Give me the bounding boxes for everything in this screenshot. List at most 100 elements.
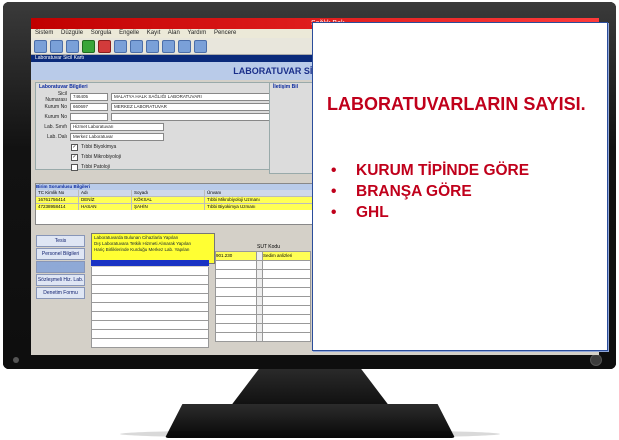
table-row[interactable] [215, 306, 311, 315]
grid-row[interactable] [91, 312, 209, 321]
grid-row[interactable] [91, 303, 209, 312]
table-row[interactable] [215, 261, 311, 270]
lab-info-header: Laboratuvar Bilgileri [39, 84, 88, 90]
column-header: TC Kimlik No [36, 190, 79, 196]
lower-grid [91, 267, 209, 348]
grid-row[interactable] [91, 330, 209, 339]
menu-item-yardim[interactable]: Yardım [187, 30, 206, 36]
table-row[interactable] [215, 279, 311, 288]
grid-row[interactable] [91, 267, 209, 276]
table-row[interactable]: 16761756414 DENİZ KÖKSAL Tıbbi Mikrobiyo… [36, 196, 326, 203]
table-row[interactable]: 47238958414 HASAN ŞAHİN Tıbbi Biyokimya … [36, 203, 326, 210]
field-label: Kurum No [44, 114, 67, 120]
overlay-item: • KURUM TİPİNDE GÖRE [331, 161, 591, 180]
overlay-item-text: BRANŞA GÖRE [356, 183, 472, 200]
bullet-icon: • [331, 162, 337, 179]
menu-item-kayit[interactable]: Kayıt [147, 30, 161, 36]
table-row[interactable] [215, 324, 311, 333]
power-led-icon [13, 357, 19, 363]
side-button-sozlesmeli[interactable]: Sözleşmeli Hiz. Lab. [36, 274, 85, 286]
overlay-list: • KURUM TİPİNDE GÖRE • BRANŞA GÖRE • GHL [331, 161, 591, 224]
field-label: Sicil Numarası [45, 91, 67, 103]
stand-shadow [120, 430, 500, 438]
menu-item-duzgule[interactable]: Düzgüle [61, 30, 83, 36]
selected-list-item[interactable] [91, 260, 209, 266]
table-cell: HASAN [79, 204, 132, 210]
field-label: Lab. Sınıfı [44, 124, 67, 130]
field-label: Lab. Dalı [46, 134, 67, 140]
help-icon[interactable] [194, 39, 207, 53]
save-icon[interactable] [34, 39, 47, 53]
table-cell: KÖKSAL [132, 197, 205, 203]
overlay-item-text: GHL [356, 204, 389, 221]
lab-class-select[interactable]: Hizmet Laboratuvarı [70, 123, 164, 131]
field-row: Lab. Dalı Merkez Laboratuvar [39, 133, 303, 141]
table-cell: 901.230 [216, 252, 257, 260]
search-icon[interactable] [114, 39, 127, 53]
field-row: Kurum No 660697 MERKEZ LABORATUVAR [39, 103, 303, 111]
column-header: Soyadı [132, 190, 205, 196]
bullet-icon: • [331, 204, 337, 221]
grid-row[interactable] [91, 321, 209, 330]
kurum-no-field[interactable]: 660697 [70, 103, 108, 111]
patoloji-checkbox[interactable] [71, 163, 78, 171]
add-icon[interactable] [82, 39, 95, 53]
overlay-heading: LABORATUVARLARIN SAYISI. [327, 94, 586, 114]
table-cell: Tıbbi Biyokimya Uzmanı [205, 204, 318, 210]
table-cell: Tıbbi Mikrobiyoloji Uzmanı [205, 197, 318, 203]
side-button-denetim[interactable]: Denetim Formu [36, 287, 85, 299]
power-button-icon [590, 354, 602, 366]
table-row[interactable] [215, 315, 311, 324]
list-item[interactable]: Hariç Birliklerinde Kurduğu Merkez Lab. … [94, 247, 212, 253]
grid-row[interactable] [91, 276, 209, 285]
table-cell: Sedim anlizleri [263, 252, 310, 260]
side-button-personel[interactable]: Personel Bilgileri [36, 248, 85, 260]
menu-item-sistem[interactable]: Sistem [35, 30, 53, 36]
mikrobiyoloji-checkbox[interactable]: ✓ [71, 153, 78, 161]
field-label: Kurum No [44, 104, 67, 110]
table-row[interactable] [215, 333, 311, 342]
bullet-icon: • [331, 183, 337, 200]
first-record-icon[interactable] [146, 39, 159, 53]
grid-row[interactable] [91, 339, 209, 348]
field-row: Kurum No [39, 113, 303, 121]
prev-record-icon[interactable] [162, 39, 175, 53]
table-cell: 16761756414 [36, 197, 79, 203]
grid-row[interactable] [91, 285, 209, 294]
side-button-tesis[interactable]: Tesis [36, 235, 85, 247]
check-label: Tıbbi Biyokimya [81, 144, 117, 150]
lab-branch-select[interactable]: Merkez Laboratuvar [70, 133, 164, 141]
delete-icon[interactable] [98, 39, 111, 53]
field-row: Sicil Numarası 746405 MALATYA HALK SAĞLI… [39, 91, 303, 103]
filter-icon[interactable] [130, 39, 143, 53]
table-row[interactable] [215, 270, 311, 279]
staff-columns: TC Kimlik No Adı Soyadı Ünvanı [36, 190, 326, 196]
check-label: Tıbbi Mikrobiyoloji [81, 154, 122, 160]
table-cell: DENİZ [79, 197, 132, 203]
check-label: Tıbbi Patoloji [81, 164, 110, 170]
overlay-item-text: KURUM TİPİNDE GÖRE [356, 162, 530, 179]
menu-item-sorgula[interactable]: Sorgula [91, 30, 112, 36]
table-row[interactable] [215, 297, 311, 306]
next-record-icon[interactable] [178, 39, 191, 53]
table-row[interactable] [215, 288, 311, 297]
grid-row[interactable] [91, 294, 209, 303]
menu-item-engelle[interactable]: Engelle [119, 30, 139, 36]
column-header: Ünvanı [205, 190, 318, 196]
kurum-no-2-field[interactable] [70, 113, 108, 121]
staff-grid: Birim Sorumlusu Bilgileri TC Kimlik No A… [35, 183, 327, 225]
copy-icon[interactable] [66, 39, 79, 53]
field-row: Lab. Sınıfı Hizmet Laboratuvarı [39, 123, 303, 131]
table-cell: ŞAHİN [132, 204, 205, 210]
sicil-number-field[interactable]: 746405 [70, 93, 108, 101]
menu-item-alan[interactable]: Alan [168, 30, 180, 36]
print-icon[interactable] [50, 39, 63, 53]
overlay-item: • BRANŞA GÖRE [331, 182, 591, 201]
biyokimya-checkbox[interactable]: ✓ [71, 143, 78, 151]
menu-item-pencere[interactable]: Pencere [214, 30, 236, 36]
column-header: Adı [79, 190, 132, 196]
monitor-stand-neck [230, 369, 390, 407]
table-row[interactable]: 901.230 Sedim anlizleri [215, 251, 311, 261]
sut-grid: SUT Kodu 901.230 Sedim anlizleri [215, 244, 311, 342]
side-button-hizmet-cihaz[interactable]: Hizmet Cihaz [36, 261, 85, 273]
